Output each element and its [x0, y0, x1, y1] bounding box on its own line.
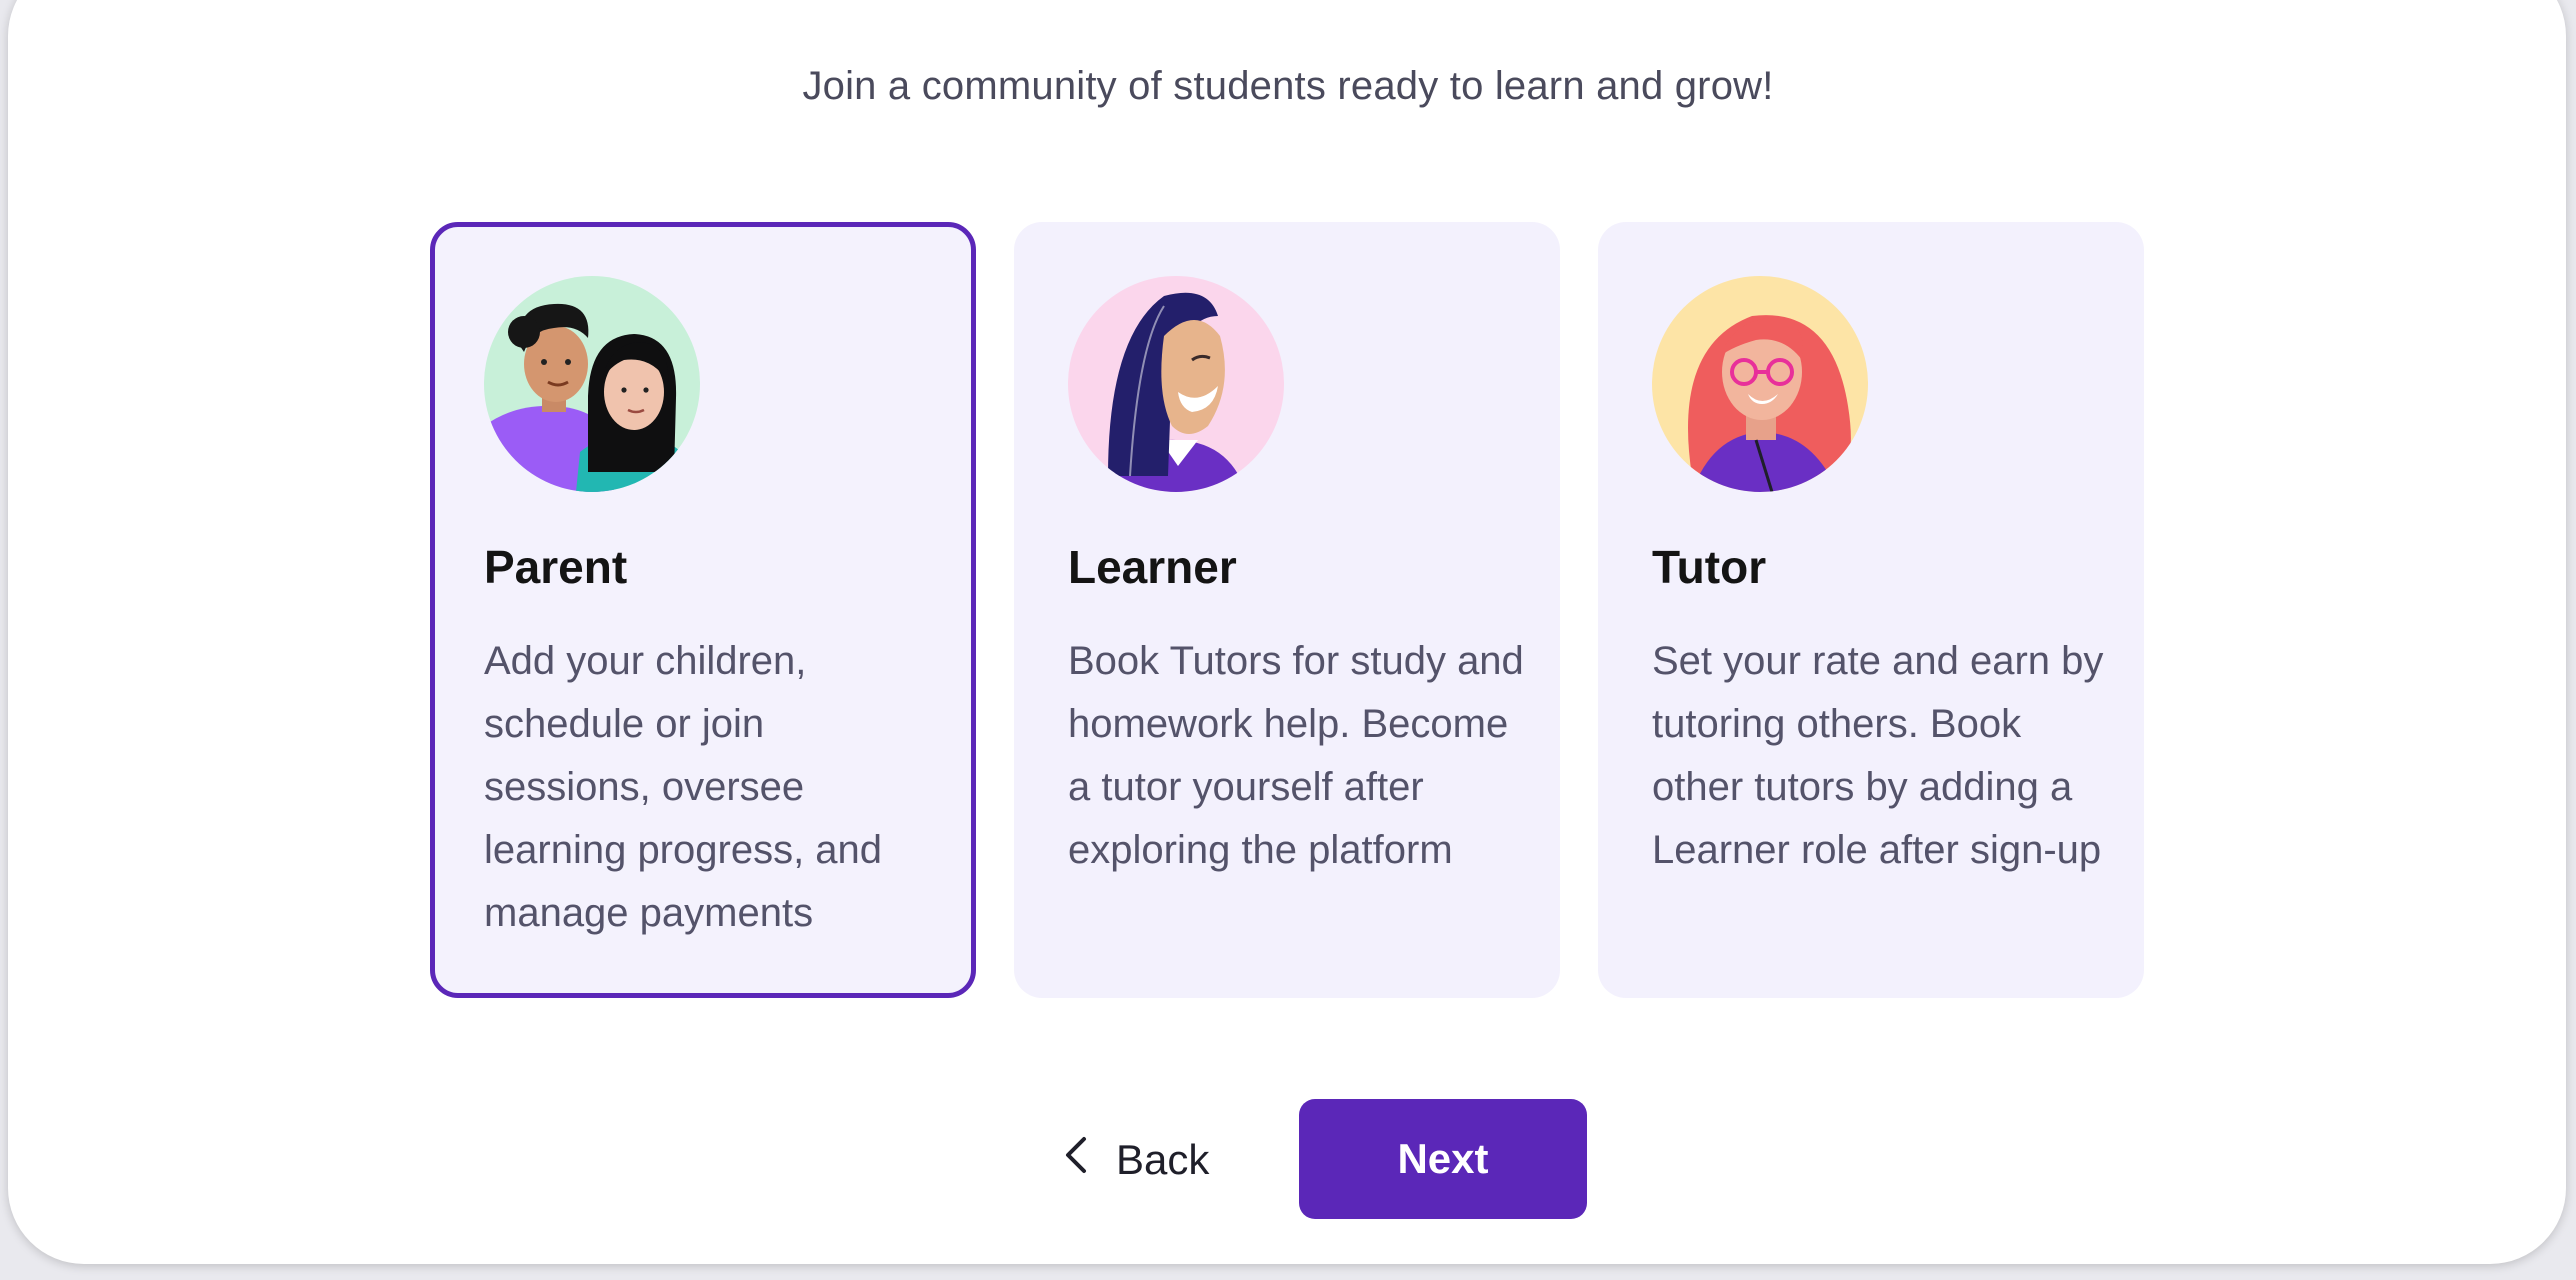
role-description-tutor: Set your rate and earn by tutoring other…	[1652, 639, 2104, 872]
learner-avatar	[1068, 276, 1284, 492]
role-description-learner: Book Tutors for study and homework help.…	[1068, 639, 1524, 872]
navigation-actions: Back Next	[0, 1098, 2576, 1222]
role-selection: Parent Add your children, schedule or jo…	[430, 222, 2146, 998]
role-title-parent: Parent	[484, 541, 628, 593]
next-button[interactable]: Next	[1299, 1099, 1587, 1219]
role-title-tutor: Tutor	[1652, 541, 1767, 593]
role-title-learner: Learner	[1068, 541, 1237, 593]
back-button[interactable]: Back	[1060, 1118, 1209, 1202]
next-button-label: Next	[1397, 1135, 1489, 1182]
role-description-parent: Add your children, schedule or join sess…	[484, 639, 883, 935]
chevron-left-icon	[1060, 1135, 1094, 1185]
parent-avatar	[484, 276, 700, 492]
role-card-learner[interactable]: Learner Book Tutors for study and homewo…	[1014, 222, 1560, 998]
page-subtitle: Join a community of students ready to le…	[802, 64, 1774, 108]
tutor-avatar	[1652, 276, 1868, 492]
back-button-label: Back	[1116, 1136, 1210, 1183]
role-card-parent[interactable]: Parent Add your children, schedule or jo…	[430, 222, 976, 998]
role-card-tutor[interactable]: Tutor Set your rate and earn by tutoring…	[1598, 222, 2144, 998]
